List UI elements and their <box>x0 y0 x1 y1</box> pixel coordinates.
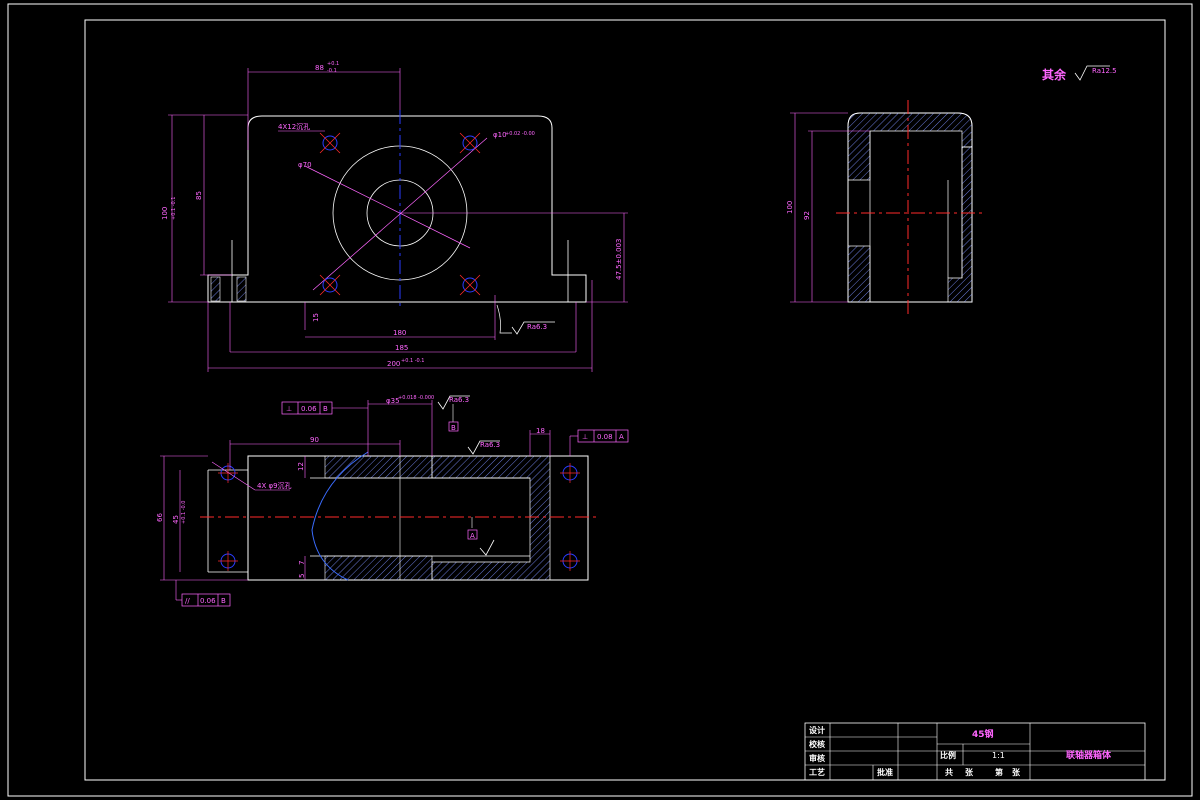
mount-hole-icon <box>560 463 580 483</box>
front-body-outline <box>207 115 587 303</box>
cad-drawing-canvas: 其余 Ra12.5 88 +0.1 -0.1 4X12沉孔 φ10 +0.02 … <box>7 3 1193 797</box>
tb-process: 工艺 <box>809 767 825 777</box>
gdt-frame-perpendicularity: ⊥ 0.06 B <box>281 401 333 415</box>
side-view: 100 92 <box>786 100 982 314</box>
tb-material: 45钢 <box>972 728 994 740</box>
tb-sheet-no-a: 第 <box>995 767 1003 777</box>
front-view: 88 +0.1 -0.1 4X12沉孔 φ10 +0.02 -0.00 φ70 … <box>161 61 628 372</box>
title-block: 设计 校核 审核 工艺 批准 45钢 比例 1:1 联轴器箱体 共 张 第 张 <box>804 722 1146 781</box>
front-total-height: 100 <box>161 207 169 220</box>
front-center-height: 47.5±0.003 <box>615 239 623 281</box>
drawing-border <box>84 19 1166 781</box>
surface-finish-note: 其余 Ra12.5 <box>1042 65 1117 82</box>
top-dim-7: 7 <box>298 561 306 565</box>
bolt-hole-icon <box>459 274 481 296</box>
tb-sheet-total-b: 张 <box>965 768 974 777</box>
front-holes-note: 4X12沉孔 <box>278 123 310 131</box>
top-total-depth: 66 <box>156 513 164 522</box>
side-height-92: 92 <box>803 211 811 220</box>
gdt1-value: 0.06 <box>301 405 317 413</box>
tb-design: 设计 <box>809 725 825 735</box>
tb-part-name: 联轴器箱体 <box>1066 749 1112 761</box>
top-dim-12: 12 <box>297 462 305 471</box>
gdt2-symbol: ⊥ <box>582 433 588 441</box>
top-view: ⊥ 0.06 B φ35 +0.018 -0.000 Ra6.3 B 90 Ra… <box>156 395 629 607</box>
front-top-width: 88 <box>315 64 324 72</box>
gdt2-value: 0.08 <box>597 433 613 441</box>
front-bore-dia: φ70 <box>298 161 312 169</box>
mount-hole-icon <box>218 551 238 571</box>
gdt-frame-2: ⊥ 0.08 A <box>577 429 629 443</box>
top-inner-depth: 45 <box>172 515 180 524</box>
top-dim-18: 18 <box>536 427 545 435</box>
top-datum-a: A <box>470 532 475 540</box>
gdt1-symbol: ⊥ <box>286 405 292 413</box>
tb-sheet-total-a: 共 <box>945 767 953 777</box>
bolt-hole-icon <box>319 274 341 296</box>
tb-scale-label: 比例 <box>940 750 956 760</box>
front-total-width-tol: +0.1 -0.1 <box>401 358 425 364</box>
front-total-width: 200 <box>387 360 400 368</box>
gdt2-datum: A <box>619 433 624 441</box>
mount-hole-icon <box>218 463 238 483</box>
gdt3-symbol: // <box>185 597 190 605</box>
mount-hole-icon <box>560 551 580 571</box>
gdt1-datum: B <box>323 405 328 413</box>
front-top-width-tol-lower: -0.1 <box>327 68 337 74</box>
top-holes-note: 4X φ9沉孔 <box>257 482 292 490</box>
front-roughness: Ra6.3 <box>527 323 547 331</box>
gdt3-datum: B <box>221 597 226 605</box>
front-total-height-tol: +0.1 -0.1 <box>171 197 177 221</box>
tb-sheet-no-b: 张 <box>1012 768 1021 777</box>
front-hole-spacing: 180 <box>393 329 406 337</box>
front-top-width-tol-upper: +0.1 <box>327 61 339 67</box>
top-roughness-c-icon <box>479 539 495 556</box>
tb-approve: 批准 <box>877 767 893 777</box>
front-span-185: 185 <box>395 344 408 352</box>
bolt-hole-icon <box>459 132 481 154</box>
front-base-thk: 15 <box>312 313 320 322</box>
bolt-hole-icon <box>319 132 341 154</box>
tb-check: 校核 <box>809 739 825 749</box>
front-height-85: 85 <box>195 191 203 200</box>
outer-frame <box>7 3 1193 797</box>
tb-review: 审核 <box>809 753 825 763</box>
top-roughness-b: Ra6.3 <box>480 441 500 449</box>
top-dim-5: 5 <box>298 574 306 578</box>
tb-scale-value: 1:1 <box>992 751 1005 760</box>
top-inner-tol: +0.1 -0.0 <box>181 501 187 525</box>
side-height-100: 100 <box>786 201 794 214</box>
front-hole-tol: +0.02 -0.00 <box>505 131 535 137</box>
top-width-90: 90 <box>310 436 319 444</box>
surface-note-roughness: Ra12.5 <box>1092 67 1117 75</box>
top-datum-b: B <box>451 424 456 432</box>
top-bore-tol: +0.018 -0.000 <box>398 395 434 401</box>
gdt3-value: 0.06 <box>200 597 216 605</box>
surface-note-label: 其余 <box>1042 67 1067 82</box>
gdt-frame-parallelism: // 0.06 B <box>181 593 231 607</box>
top-roughness-a: Ra6.3 <box>449 396 469 404</box>
